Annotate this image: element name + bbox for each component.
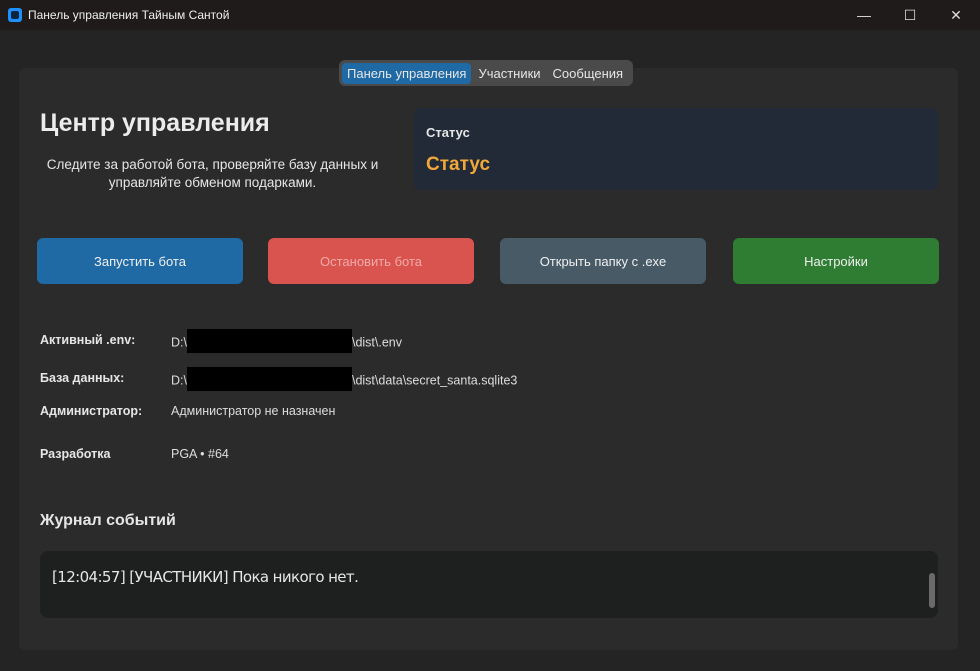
db-path: D:\ \dist\data\secret_santa.sqlite3 <box>171 367 518 391</box>
close-button[interactable]: ✕ <box>933 0 979 30</box>
env-path: D:\ \dist\.env <box>171 329 403 353</box>
db-label: База данных: <box>40 371 125 385</box>
open-folder-button[interactable]: Открыть папку с .exe <box>500 238 706 284</box>
dev-value: PGA • #64 <box>171 447 229 461</box>
env-path-suffix: \dist\.env <box>351 335 403 350</box>
redaction <box>186 329 352 353</box>
env-path-prefix: D:\ <box>171 335 187 350</box>
db-path-suffix: \dist\data\secret_santa.sqlite3 <box>351 373 518 388</box>
status-label: Статус <box>426 125 470 140</box>
tab-dashboard[interactable]: Панель управления <box>342 62 472 84</box>
settings-button[interactable]: Настройки <box>733 238 939 284</box>
admin-label: Администратор: <box>40 404 143 418</box>
status-card: Статус Статус <box>414 108 938 190</box>
page-subtitle: Следите за работой бота, проверяйте базу… <box>46 157 379 190</box>
db-path-prefix: D:\ <box>171 373 187 388</box>
page-title: Центр управления <box>40 109 270 137</box>
event-log[interactable]: [12:04:57] [УЧАСТНИКИ] Пока никого нет. <box>40 551 938 618</box>
tab-messages[interactable]: Сообщения <box>548 63 629 84</box>
log-title: Журнал событий <box>40 512 176 529</box>
status-value: Статус <box>426 154 491 175</box>
log-scrollbar[interactable] <box>929 573 935 608</box>
tab-participants[interactable]: Участники <box>473 63 545 84</box>
admin-value: Администратор не назначен <box>171 404 336 418</box>
dev-label: Разработка <box>40 447 111 461</box>
log-line: [12:04:57] [УЧАСТНИКИ] Пока никого нет. <box>52 568 359 586</box>
stop-bot-button[interactable]: Остановить бота <box>268 238 474 284</box>
start-bot-button[interactable]: Запустить бота <box>37 238 243 284</box>
app-icon <box>8 8 22 22</box>
maximize-button[interactable]: ☐ <box>887 0 933 30</box>
env-label: Активный .env: <box>40 333 136 347</box>
title-bar: Панель управления Тайным Сантой — ☐ ✕ <box>0 0 980 30</box>
redaction <box>186 367 352 391</box>
tab-bar: Панель управления Участники Сообщения <box>339 60 634 86</box>
window-title: Панель управления Тайным Сантой <box>28 8 230 22</box>
minimize-button[interactable]: — <box>841 0 887 30</box>
